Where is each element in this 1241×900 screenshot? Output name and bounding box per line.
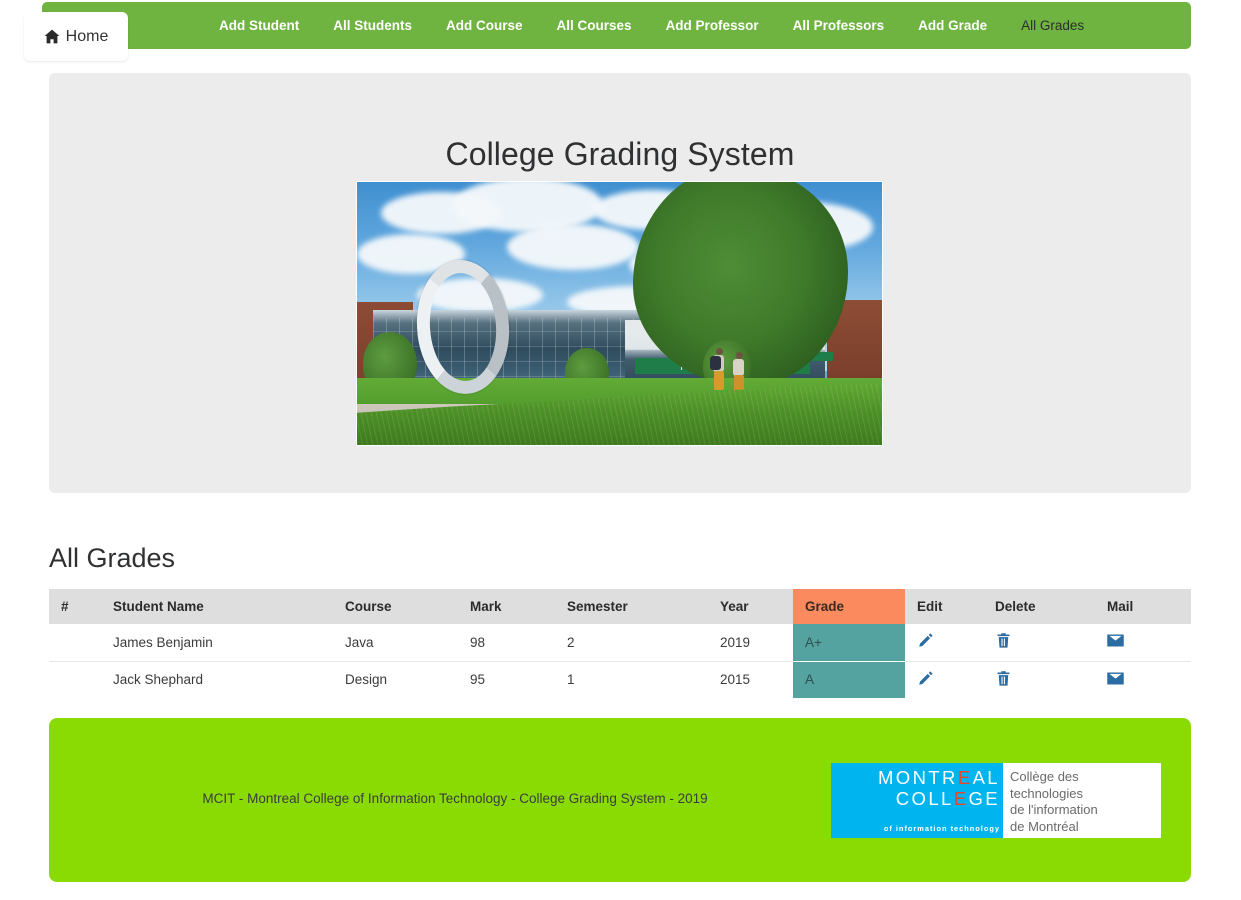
- pencil-icon[interactable]: [917, 670, 934, 687]
- nav-item-add-course[interactable]: Add Course: [429, 2, 540, 49]
- cell-mark: 95: [458, 660, 555, 698]
- logo-tagline: of information technology: [883, 824, 1000, 833]
- edit-button-cell: [905, 624, 983, 661]
- logo-line-college: COLLEGE: [895, 788, 1000, 809]
- cell-grade: A+: [793, 624, 905, 661]
- envelope-icon[interactable]: [1107, 632, 1124, 649]
- nav-item-add-grade[interactable]: Add Grade: [901, 2, 1004, 49]
- nav-item-add-professor[interactable]: Add Professor: [649, 2, 776, 49]
- page-title: College Grading System: [445, 136, 795, 172]
- hero-campus-image: GORDON WILLEY BUILDING AMAZING YEARS: [356, 181, 883, 446]
- logo-french-line-1: Collège des: [1010, 769, 1079, 784]
- nav-links-group: Add Student All Students Add Course All Cou…: [202, 2, 1101, 49]
- cell-semester: 2: [555, 624, 708, 661]
- pencil-icon[interactable]: [917, 632, 934, 649]
- cell-student-name: Jack Shephard: [101, 660, 333, 698]
- page-footer: MCIT - Montreal College of Information T…: [49, 718, 1191, 882]
- column-header-mail: Mail: [1095, 589, 1191, 624]
- nav-item-home-label: Home: [65, 27, 109, 45]
- column-header-num: #: [49, 589, 101, 624]
- logo-french-line-3: de l'information: [1010, 802, 1098, 817]
- trash-icon[interactable]: [995, 632, 1012, 649]
- grades-table-body: James Benjamin Java 98 2 2019 A+ Jack Shephard…: [49, 624, 1191, 698]
- section-title-all-grades: All Grades: [49, 543, 176, 573]
- row-number: [49, 624, 101, 661]
- page-root: Add Student All Students Add Course All Cou…: [0, 0, 1241, 900]
- column-header-delete: Delete: [983, 589, 1095, 624]
- cell-semester: 1: [555, 660, 708, 698]
- logo-cyan-panel: MONTREAL COLLEGE of information technolo…: [831, 763, 1003, 838]
- column-header-edit: Edit: [905, 589, 983, 624]
- nav-item-home[interactable]: Home: [24, 12, 128, 61]
- mail-button-cell: [1095, 624, 1191, 661]
- grades-table-head: # Student Name Course Mark Semester Year Grade…: [49, 589, 1191, 624]
- mail-button-cell: [1095, 660, 1191, 698]
- nav-item-add-student[interactable]: Add Student: [202, 2, 316, 49]
- column-header-mark: Mark: [458, 589, 555, 624]
- cell-student-name: James Benjamin: [101, 624, 333, 661]
- edit-button-cell: [905, 660, 983, 698]
- grades-table: # Student Name Course Mark Semester Year Grade…: [49, 589, 1191, 698]
- nav-item-all-professors[interactable]: All Professors: [776, 2, 902, 49]
- column-header-student-name: Student Name: [101, 589, 333, 624]
- logo-french-text: Collège des technologies de l'informatio…: [1003, 763, 1161, 838]
- cell-grade: A: [793, 660, 905, 698]
- envelope-icon[interactable]: [1107, 670, 1124, 687]
- cell-mark: 98: [458, 624, 555, 661]
- nav-item-all-students[interactable]: All Students: [316, 2, 429, 49]
- column-header-year: Year: [708, 589, 793, 624]
- column-header-semester: Semester: [555, 589, 708, 624]
- cell-course: Java: [333, 624, 458, 661]
- cell-year: 2015: [708, 660, 793, 698]
- montreal-college-logo: MONTREAL COLLEGE of information technolo…: [831, 763, 1161, 838]
- main-navigation-bar: Add Student All Students Add Course All Cou…: [42, 2, 1191, 49]
- nav-item-all-courses[interactable]: All Courses: [540, 2, 649, 49]
- table-row: Jack Shephard Design 95 1 2015 A: [49, 660, 1191, 698]
- cloud-shape: [507, 224, 639, 270]
- table-header-row: # Student Name Course Mark Semester Year Grade…: [49, 589, 1191, 624]
- trash-icon[interactable]: [995, 670, 1012, 687]
- logo-french-line-4: de Montréal: [1010, 818, 1079, 834]
- delete-button-cell: [983, 660, 1095, 698]
- column-header-course: Course: [333, 589, 458, 624]
- table-row: James Benjamin Java 98 2 2019 A+: [49, 624, 1191, 661]
- hero-jumbotron: College Grading System GORDON WILLEY BUI…: [49, 73, 1191, 493]
- column-header-grade: Grade: [793, 589, 905, 624]
- home-icon: [44, 29, 60, 44]
- delete-button-cell: [983, 624, 1095, 661]
- cell-year: 2019: [708, 624, 793, 661]
- cell-course: Design: [333, 660, 458, 698]
- nav-item-all-grades[interactable]: All Grades: [1004, 2, 1101, 49]
- logo-french-line-2: technologies: [1010, 785, 1083, 801]
- logo-line-montreal: MONTREAL: [877, 767, 1000, 788]
- row-number: [49, 660, 101, 698]
